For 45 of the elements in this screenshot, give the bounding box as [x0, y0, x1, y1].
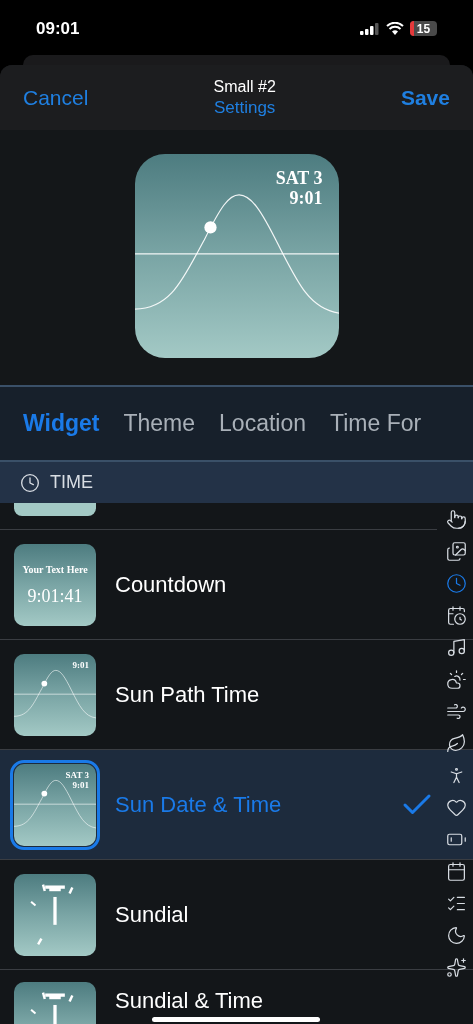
signal-icon: [360, 22, 380, 35]
widget-row-selected[interactable]: SAT 3 9:01 Sun Date & Time: [0, 750, 473, 860]
clock-icon: [20, 472, 40, 493]
music-note-icon[interactable]: [446, 637, 467, 658]
widget-name: Sundial: [115, 901, 190, 929]
cloud-sun-icon[interactable]: [446, 669, 467, 690]
section-header: TIME: [50, 471, 93, 494]
moon-icon[interactable]: [446, 925, 467, 946]
save-button[interactable]: Save: [400, 81, 450, 114]
sundial-drawing: [30, 883, 74, 945]
widget-name: Sundial & Time: [115, 987, 264, 1015]
widget-clock-text: 9:01: [72, 779, 89, 790]
calendar-icon[interactable]: [446, 861, 467, 882]
photos-icon[interactable]: [446, 541, 467, 562]
widget-caption: Your Text Here: [22, 564, 88, 575]
wifi-icon: [386, 22, 404, 35]
widget-row[interactable]: Your Text Here 9:01:41 Countdown: [0, 530, 473, 640]
clock-icon[interactable]: [446, 573, 467, 594]
hand-pointer-icon[interactable]: [446, 509, 467, 530]
widget-clock-text: 9:01: [72, 659, 89, 670]
tab[interactable]: Location: [219, 406, 306, 441]
widget-name: Countdown: [115, 571, 228, 599]
leaf-icon[interactable]: [446, 733, 467, 754]
battery-indicator: 15: [410, 21, 437, 36]
nav-subtitle: Settings: [213, 96, 276, 119]
wind-icon[interactable]: [446, 701, 467, 722]
sundial-drawing: [30, 992, 74, 1024]
countdown-time: 9:01:41: [27, 586, 83, 605]
tab[interactable]: Theme: [123, 406, 196, 441]
cancel-button[interactable]: Cancel: [23, 81, 89, 114]
heart-icon[interactable]: [446, 797, 467, 818]
widget-clock-text: SAT 3: [275, 168, 323, 188]
widget-row[interactable]: 9:01 Sun Path Time: [0, 640, 473, 750]
sparkles-icon[interactable]: [446, 957, 467, 978]
tab[interactable]: Time For: [330, 406, 422, 441]
status-time: 09:01: [36, 17, 80, 40]
widget-row[interactable]: Sundial & Time: [0, 970, 473, 1024]
widget-row[interactable]: Sundial: [0, 860, 473, 970]
calendar-clock-icon[interactable]: [446, 605, 467, 626]
widget-clock-text: SAT 3: [65, 769, 89, 780]
widget-clock-text: 9:01: [289, 188, 323, 208]
tab[interactable]: Widget: [23, 406, 100, 441]
nav-title: Small #2: [213, 76, 276, 97]
widget-name: Sun Date & Time: [115, 791, 283, 819]
widget-name: Sun Path Time: [115, 681, 261, 709]
